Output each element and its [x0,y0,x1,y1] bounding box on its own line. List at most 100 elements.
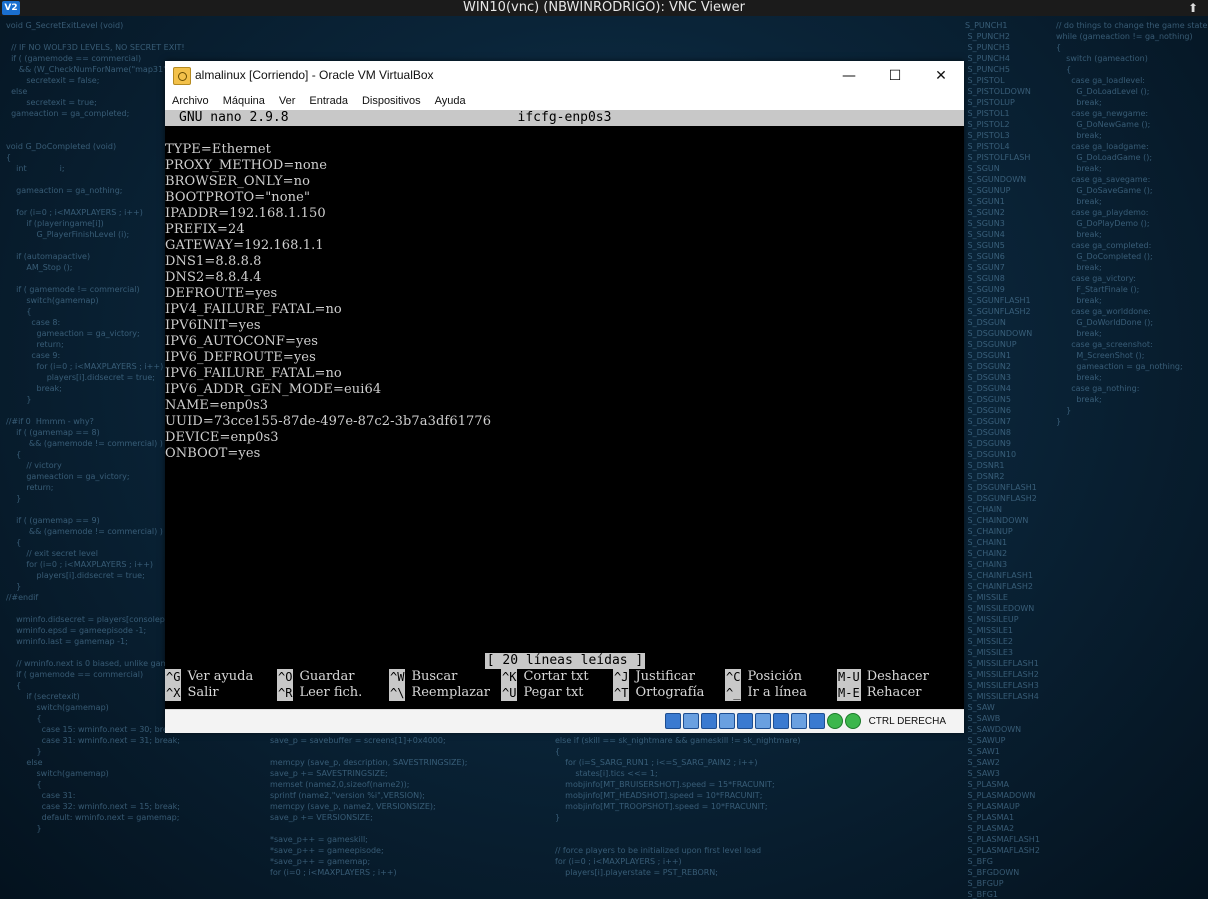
keyboard-capture-icon[interactable] [844,713,861,729]
shortcut-key: ^R [277,685,294,701]
shortcut-salir: ^X Salir [165,685,219,701]
optical-drive-icon[interactable] [682,713,699,729]
virtualbox-titlebar: almalinux [Corriendo] - Oracle VM Virtua… [165,61,964,90]
cpu-icon[interactable] [808,713,825,729]
file-line: BOOTPROTO="none" [165,190,311,205]
shortcut-label: Posición [747,669,802,684]
shortcut-label: Ortografía [635,685,705,700]
file-line: IPV6_AUTOCONF=yes [165,334,319,349]
file-line: IPV6_ADDR_GEN_MODE=eui64 [165,382,382,397]
shortcut-ortografia: ^T Ortografía [613,685,704,701]
shortcut-label: Salir [187,685,219,700]
usb-icon[interactable] [736,713,753,729]
file-line: IPV6_FAILURE_FATAL=no [165,366,342,381]
wallpaper-code: // do things to change the game state wh… [1056,21,1208,426]
vm-screen[interactable]: ifcfg-enp0s3 GNU nano 2.9.8 TYPE=Etherne… [165,110,964,709]
shortcut-reemplazar: ^\ Reemplazar [389,685,490,701]
shortcut-key: ^C [725,669,742,685]
shortcut-guardar: ^O Guardar [277,669,354,685]
file-line: DEFROUTE=yes [165,286,278,301]
status-tray: CTRL DERECHA [664,713,946,729]
shortcut-rehacer: M-E Rehacer [837,685,921,701]
menu-entrada[interactable]: Entrada [302,90,355,110]
mouse-integration-icon[interactable] [826,713,843,729]
shortcut-key: ^X [165,685,182,701]
shortcut-leer-fich: ^R Leer fich. [277,685,362,701]
file-line: UUID=73cce155-87de-497e-87c2-3b7a3df6177… [165,414,492,429]
file-line: IPADDR=192.168.1.150 [165,206,326,221]
shortcut-key: ^K [501,669,518,685]
virtualbox-window: almalinux [Corriendo] - Oracle VM Virtua… [165,61,964,733]
shortcut-ver-ayuda: ^G Ver ayuda [165,669,253,685]
file-line: DNS1=8.8.8.8 [165,254,262,269]
shared-folders-icon[interactable] [754,713,771,729]
minimize-button[interactable]: — [826,61,872,90]
shortcut-cortar: ^K Cortar txt [501,669,589,685]
shortcut-key: ^G [165,669,182,685]
virtualbox-app-icon [173,67,191,85]
shortcut-key: ^\ [389,685,406,701]
shortcut-deshacer: M-U Deshacer [837,669,929,685]
virtualbox-menubar: Archivo Máquina Ver Entrada Dispositivos… [165,90,964,110]
harddisk-icon[interactable] [664,713,681,729]
shortcut-justificar: ^J Justificar [613,669,695,685]
file-line: DNS2=8.8.4.4 [165,270,262,285]
nano-status-message: [ 20 líneas leídas ] [485,653,645,669]
vnc-titlebar: V2 WIN10(vnc) (NBWINRODRIGO): VNC Viewer… [0,0,1208,16]
shortcut-posicion: ^C Posición [725,669,802,685]
recording-icon[interactable] [790,713,807,729]
network-icon[interactable] [718,713,735,729]
shortcut-buscar: ^W Buscar [389,669,457,685]
shortcut-label: Buscar [411,669,458,684]
shortcut-key: ^T [613,685,630,701]
shortcut-key: ^J [613,669,630,685]
menu-maquina[interactable]: Máquina [216,90,272,110]
shortcut-label: Justificar [635,669,696,684]
menu-archivo[interactable]: Archivo [165,90,216,110]
shortcut-key: M-U [837,669,861,685]
shortcut-row-2: ^X Salir ^R Leer fich. ^\ Reemplazar ^U Pega… [165,685,964,701]
vnc-window-title: WIN10(vnc) (NBWINRODRIGO): VNC Viewer [462,0,746,15]
file-line: GATEWAY=192.168.1.1 [165,238,324,253]
shortcut-label: Guardar [299,669,355,684]
display-icon[interactable] [772,713,789,729]
host-key-label: CTRL DERECHA [868,715,946,727]
shortcut-ir-a-linea: ^_ Ir a línea [725,685,807,701]
file-line: IPV4_FAILURE_FATAL=no [165,302,342,317]
file-line: IPV6INIT=yes [165,318,261,333]
shortcut-label: Reemplazar [411,685,490,700]
file-line: IPV6_DEFROUTE=yes [165,350,316,365]
wallpaper-code: else if (skill == sk_nightmare && gamesk… [555,736,801,877]
audio-icon[interactable] [700,713,717,729]
file-line: ONBOOT=yes [165,446,261,461]
vnc-collapse-icon[interactable]: ⬆ [1188,0,1198,16]
maximize-button[interactable]: ☐ [872,61,918,90]
file-line: TYPE=Ethernet [165,142,271,157]
shortcut-label: Deshacer [866,669,929,684]
menu-dispositivos[interactable]: Dispositivos [355,90,428,110]
shortcut-key: M-E [837,685,861,701]
file-line: PROXY_METHOD=none [165,158,328,173]
shortcut-label: Ver ayuda [187,669,254,684]
menu-ayuda[interactable]: Ayuda [428,90,473,110]
file-line: BROWSER_ONLY=no [165,174,311,189]
file-line: PREFIX=24 [165,222,245,237]
shortcut-label: Ir a línea [747,685,807,700]
shortcut-pegar: ^U Pegar txt [501,685,584,701]
shortcut-key: ^W [389,669,406,685]
shortcut-key: ^_ [725,685,742,701]
file-content[interactable]: TYPE=Ethernet PROXY_METHOD=none BROWSER_… [165,142,491,462]
shortcut-row-1: ^G Ver ayuda ^O Guardar ^W Buscar ^K Cortar … [165,669,964,685]
wallpaper-code: save_p = savebuffer = screens[1]+0x4000;… [270,736,468,877]
shortcut-key: ^O [277,669,294,685]
virtualbox-window-title: almalinux [Corriendo] - Oracle VM Virtua… [195,68,434,82]
menu-ver[interactable]: Ver [272,90,303,110]
close-button[interactable]: ✕ [918,61,964,90]
shortcut-key: ^U [501,685,518,701]
shortcut-label: Leer fich. [299,685,363,700]
shortcut-label: Pegar txt [523,685,584,700]
file-line: NAME=enp0s3 [165,398,269,413]
shortcut-label: Rehacer [866,685,922,700]
shortcut-label: Cortar txt [523,669,589,684]
nano-header: ifcfg-enp0s3 GNU nano 2.9.8 [165,110,964,126]
